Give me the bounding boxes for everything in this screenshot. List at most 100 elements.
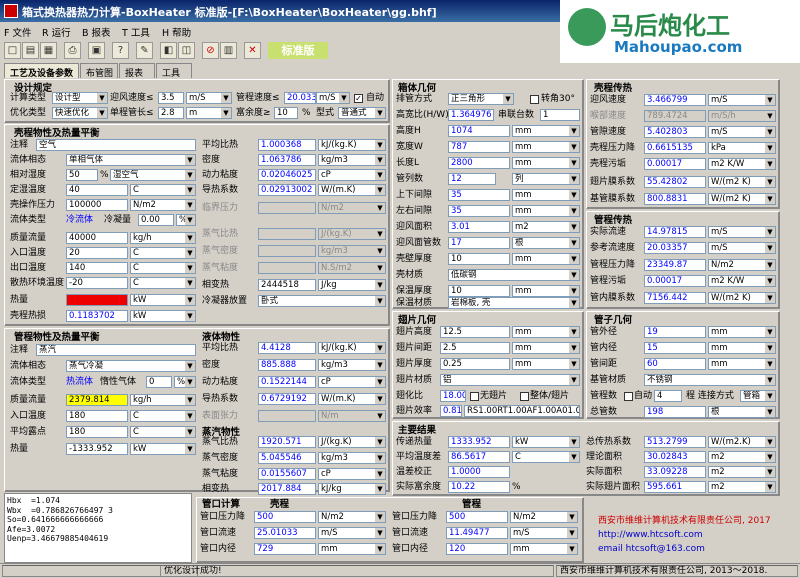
q-field[interactable]: 1333.952 bbox=[448, 436, 510, 448]
vel-limit-field[interactable]: 3.5 bbox=[158, 92, 184, 104]
auto-checkbox[interactable]: ✓ bbox=[354, 94, 363, 103]
tube-phase-select[interactable]: 蒸气冷凝 bbox=[66, 360, 196, 372]
t-dp-unit-select[interactable]: N/m2 bbox=[510, 511, 578, 523]
U-unit-select[interactable]: W/(m2.K) bbox=[708, 436, 776, 448]
vap-mu-field[interactable]: 0.0155607 bbox=[258, 468, 316, 480]
q-unit-select[interactable]: kW bbox=[512, 436, 580, 448]
w-field[interactable]: 787 bbox=[448, 141, 510, 153]
dew-unit-select[interactable]: C bbox=[130, 426, 196, 438]
series-field[interactable]: 1 bbox=[540, 109, 580, 121]
humidity-type-select[interactable]: 湿空气 bbox=[110, 169, 196, 181]
vgap-field[interactable]: 35 bbox=[448, 189, 510, 201]
th-unit-select[interactable]: W/(m2 K) bbox=[708, 292, 776, 304]
opt-type-select[interactable]: 快速优化 bbox=[52, 107, 108, 119]
tdp-unit-select[interactable]: N/m2 bbox=[708, 259, 776, 271]
vel-unit-select[interactable]: m/S bbox=[186, 92, 232, 104]
od-unit-select[interactable]: mm bbox=[708, 326, 776, 338]
tube-len-field[interactable]: 2.8 bbox=[158, 107, 184, 119]
sdp-unit-select[interactable]: kPa bbox=[708, 142, 776, 154]
s-dp-unit-select[interactable]: N/m2 bbox=[318, 511, 386, 523]
shell-mu-field[interactable]: 0.02046025 bbox=[258, 169, 316, 181]
calc-icon[interactable]: ▣ bbox=[88, 42, 105, 59]
exit-icon[interactable]: ✕ bbox=[244, 42, 261, 59]
svv-unit-select[interactable]: m/S bbox=[708, 126, 776, 138]
liq-rho-field[interactable]: 885.888 bbox=[258, 359, 316, 371]
id-field[interactable]: 15 bbox=[644, 342, 706, 354]
pass-field[interactable]: 4 bbox=[654, 390, 682, 402]
hgap-unit-select[interactable]: mm bbox=[512, 205, 580, 217]
mat-select[interactable]: 低碳钢 bbox=[448, 269, 580, 281]
U-field[interactable]: 513.2799 bbox=[644, 436, 706, 448]
conn-select[interactable]: 管箱 bbox=[740, 390, 776, 402]
trv-field[interactable]: 20.03357 bbox=[644, 242, 706, 254]
vap-cp-field[interactable]: 1920.571 bbox=[258, 436, 316, 448]
fin-t-unit-select[interactable]: mm bbox=[512, 358, 580, 370]
fin-ratio-field[interactable]: 18.00 bbox=[440, 390, 466, 402]
hfin-unit-select[interactable]: W/(m2 K) bbox=[708, 176, 776, 188]
vap-mu-unit-select[interactable]: cP bbox=[318, 468, 386, 480]
dew-field[interactable]: 180 bbox=[66, 426, 128, 438]
menu-report[interactable]: B 报表 bbox=[82, 25, 111, 39]
shell-note-field[interactable]: 空气 bbox=[36, 139, 196, 151]
lmtd-field[interactable]: 86.5617 bbox=[448, 451, 510, 463]
fin-p-unit-select[interactable]: mm bbox=[512, 342, 580, 354]
tf-field[interactable]: 0.00017 bbox=[644, 275, 706, 287]
corr-field[interactable]: 1.0000 bbox=[448, 466, 510, 478]
t-v-unit-select[interactable]: m/S bbox=[510, 527, 578, 539]
vgap-unit-select[interactable]: mm bbox=[512, 189, 580, 201]
tube-tin-unit-select[interactable]: C bbox=[130, 410, 196, 422]
shell-rho-field[interactable]: 1.063786 bbox=[258, 154, 316, 166]
liq-rho-unit-select[interactable]: kg/m3 bbox=[318, 359, 386, 371]
rot-checkbox[interactable] bbox=[530, 95, 539, 104]
fin-h-field[interactable]: 12.5 bbox=[440, 326, 510, 338]
shell-phase-select[interactable]: 单相气体 bbox=[66, 154, 196, 166]
dewpoint-field[interactable]: 40 bbox=[66, 184, 128, 196]
insmat-select[interactable]: 岩棉板, 壳 bbox=[448, 297, 580, 309]
area-field[interactable]: 3.01 bbox=[448, 221, 510, 233]
margin-field[interactable]: 10 bbox=[274, 107, 298, 119]
l-unit-select[interactable]: mm bbox=[512, 157, 580, 169]
n-unit-select[interactable]: 根 bbox=[708, 406, 776, 418]
liq-k-unit-select[interactable]: W/(m.K) bbox=[318, 393, 386, 405]
open-icon[interactable]: ▤ bbox=[22, 42, 39, 59]
new-file-icon[interactable]: □ bbox=[4, 42, 21, 59]
form-select[interactable]: 普通式 bbox=[338, 107, 386, 119]
liq-mu-unit-select[interactable]: cP bbox=[318, 376, 386, 388]
od-field[interactable]: 19 bbox=[644, 326, 706, 338]
arr-select[interactable]: 正三角形 bbox=[448, 93, 514, 105]
tube-vel-field[interactable]: 20.0335 bbox=[284, 92, 316, 104]
shell-loss-field[interactable]: 0.1183702 bbox=[66, 310, 128, 322]
tf-unit-select[interactable]: m2 K/W bbox=[708, 275, 776, 287]
ins-field[interactable]: 10 bbox=[448, 285, 510, 297]
cond-unit-select[interactable]: % bbox=[176, 214, 196, 226]
whole-fin-checkbox[interactable] bbox=[520, 392, 529, 401]
Ar-field[interactable]: 33.09228 bbox=[644, 466, 706, 478]
sv-unit-select[interactable]: m/S bbox=[708, 94, 776, 106]
vap-rho-unit-select[interactable]: kg/m3 bbox=[318, 452, 386, 464]
ambient-unit-select[interactable]: C bbox=[130, 277, 196, 289]
rows-field[interactable]: 17 bbox=[448, 237, 510, 249]
fin-t-field[interactable]: 0.25 bbox=[440, 358, 510, 370]
Af-field[interactable]: 595.661 bbox=[644, 481, 706, 493]
A-field[interactable]: 30.02843 bbox=[644, 451, 706, 463]
menu-run[interactable]: R 运行 bbox=[42, 25, 71, 39]
shell-cp-field[interactable]: 1.000368 bbox=[258, 139, 316, 151]
vap-cp-unit-select[interactable]: J/(kg.K) bbox=[318, 436, 386, 448]
liq-cp-unit-select[interactable]: kJ/(kg.K) bbox=[318, 342, 386, 354]
s-d-unit-select[interactable]: mm bbox=[318, 543, 386, 555]
shell-cp-unit-select[interactable]: kJ/(kg.K) bbox=[318, 139, 386, 151]
sv-field[interactable]: 3.466799 bbox=[644, 94, 706, 106]
h-unit-select[interactable]: mm bbox=[512, 125, 580, 137]
tv-field[interactable]: 14.97815 bbox=[644, 226, 706, 238]
A-unit-select[interactable]: m2 bbox=[708, 451, 776, 463]
place-select[interactable]: 卧式 bbox=[258, 295, 386, 307]
t-d-field[interactable]: 120 bbox=[446, 543, 508, 555]
dewpoint-unit-select[interactable]: C bbox=[130, 184, 196, 196]
pass-auto-checkbox[interactable] bbox=[624, 392, 633, 401]
vap-rho-field[interactable]: 5.045546 bbox=[258, 452, 316, 464]
tube-mass-unit-select[interactable]: kg/h bbox=[130, 394, 196, 406]
hw-field[interactable]: 1.364976 bbox=[448, 109, 494, 121]
save-icon[interactable]: ▦ bbox=[40, 42, 57, 59]
Af-unit-select[interactable]: m2 bbox=[708, 481, 776, 493]
company-email[interactable]: email htcsoft@163.com bbox=[598, 544, 705, 554]
